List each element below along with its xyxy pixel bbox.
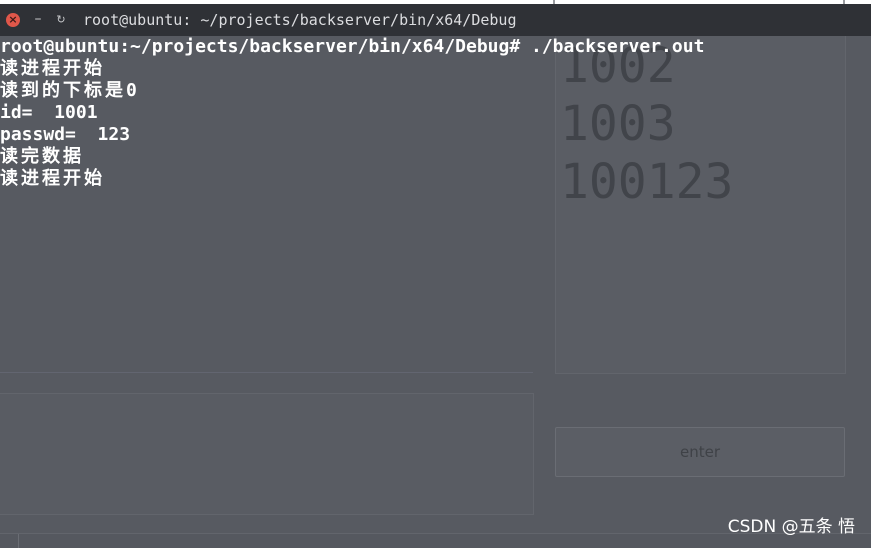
restore-button[interactable]: ↻ xyxy=(55,11,67,29)
terminal-prompt-line: root@ubuntu:~/projects/backserver/bin/x6… xyxy=(0,36,705,57)
terminal-titlebar[interactable]: × – ↻ root@ubuntu: ~/projects/backserver… xyxy=(0,0,871,36)
terminal-output-line: 读进程开始 xyxy=(0,58,105,79)
minimize-icon: – xyxy=(34,11,42,27)
edge-divider xyxy=(843,0,845,4)
close-button[interactable]: × xyxy=(6,13,20,27)
desktop-screen: 1001 1002 1003 100123 enter × – ↻ root@u… xyxy=(0,0,871,548)
background-enter-button[interactable]: enter xyxy=(555,427,845,477)
minimize-button[interactable]: – xyxy=(32,10,44,28)
terminal-output-line: 读进程开始 xyxy=(0,168,105,189)
edge-divider xyxy=(553,0,555,4)
background-status-separator xyxy=(18,534,19,548)
window-title: root@ubuntu: ~/projects/backserver/bin/x… xyxy=(83,11,517,29)
background-input-area[interactable] xyxy=(0,393,534,515)
terminal-output[interactable]: root@ubuntu:~/projects/backserver/bin/x6… xyxy=(0,36,871,196)
terminal-output-line: 读到的下标是0 xyxy=(0,80,140,101)
terminal-output-line: 读完数据 xyxy=(0,146,84,167)
close-icon: × xyxy=(8,13,18,26)
titlebar-top-edge xyxy=(0,0,871,4)
background-divider xyxy=(0,372,533,373)
csdn-watermark: CSDN @五条 悟 xyxy=(727,517,855,537)
restore-icon: ↻ xyxy=(56,13,66,26)
terminal-output-line: passwd= 123 xyxy=(0,124,131,145)
terminal-output-line: id= 1001 xyxy=(0,102,98,123)
